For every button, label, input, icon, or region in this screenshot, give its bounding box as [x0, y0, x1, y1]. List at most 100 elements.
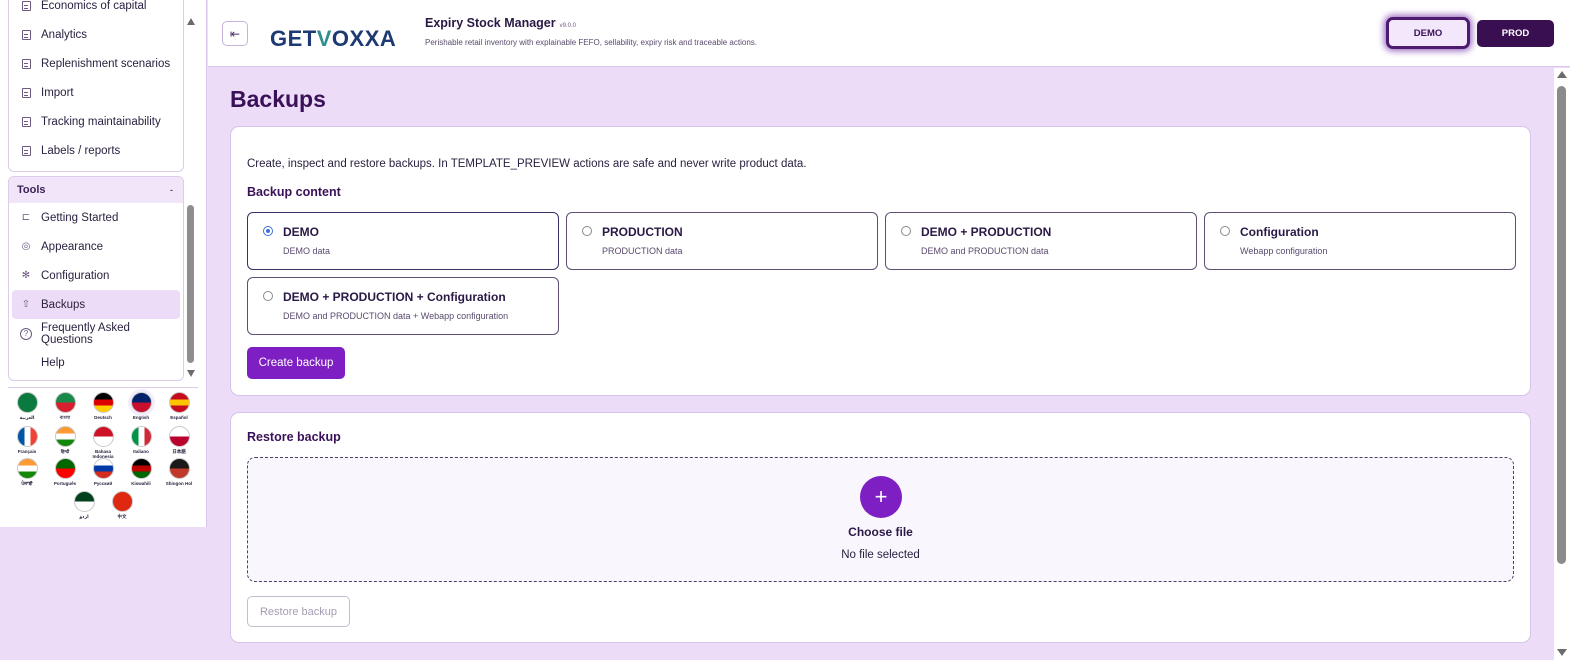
language-flag-7[interactable]: Bahasa Indonesia: [84, 426, 122, 459]
sidebar-scrollbar-thumb[interactable]: [187, 205, 194, 363]
language-flag-1[interactable]: বাংলা: [46, 392, 84, 420]
language-flag-12[interactable]: Русский: [84, 458, 122, 486]
choose-file-label[interactable]: Choose file: [248, 525, 1513, 539]
document-icon: [20, 29, 32, 41]
no-file-status: No file selected: [841, 549, 920, 561]
sidebar-item-label: Import: [41, 86, 74, 99]
language-flag-4[interactable]: Español: [160, 392, 198, 420]
language-label: English: [132, 415, 150, 420]
language-label: Kiswahili: [131, 481, 151, 486]
language-flag-14[interactable]: Shingon Hol: [160, 458, 198, 486]
flag-icon: [92, 458, 114, 479]
sidebar-item-faq[interactable]: ? Frequently Asked Questions: [9, 319, 183, 348]
sidebar-item-label: Economics of capital: [41, 0, 147, 12]
flag-icon: [168, 426, 190, 447]
language-label: ਪੰਜਾਬੀ: [21, 481, 33, 486]
sidebar-item-help[interactable]: Help: [9, 348, 183, 377]
collapse-caret-icon[interactable]: -: [170, 185, 173, 195]
option-subtitle: DEMO and PRODUCTION data + Webapp config…: [283, 311, 509, 321]
language-flag-9[interactable]: 日本語: [160, 426, 198, 454]
scroll-down-arrow-icon[interactable]: [187, 370, 195, 377]
backup-option-configuration[interactable]: Configuration Webapp configuration: [1204, 212, 1516, 270]
create-backup-button[interactable]: Create backup: [247, 347, 345, 379]
language-label: Shingon Hol: [165, 481, 193, 486]
tools-section-header[interactable]: Tools -: [9, 177, 183, 203]
language-label: Italiano: [133, 449, 149, 454]
language-flag-16[interactable]: 中文: [103, 491, 141, 519]
add-file-icon[interactable]: +: [860, 476, 902, 518]
help-icon: [20, 357, 32, 369]
flag-icon: [92, 426, 114, 447]
collapse-menu-icon: ⇤: [229, 26, 241, 41]
app-title: Expiry Stock Manager v9.0.0: [425, 16, 576, 30]
sidebar-item-backups[interactable]: ⇧ Backups: [12, 290, 180, 319]
language-label: Português: [53, 481, 77, 486]
radio-unselected[interactable]: [263, 291, 273, 301]
sidebar-item-getting-started[interactable]: ⊏ Getting Started: [9, 203, 183, 232]
sidebar-item-label: Labels / reports: [41, 144, 121, 157]
language-flag-5[interactable]: Français: [8, 426, 46, 454]
scroll-up-arrow-icon[interactable]: [1557, 71, 1567, 78]
document-icon: [20, 116, 32, 128]
language-label: 日本語: [172, 449, 186, 454]
sidebar-item-economics[interactable]: Economics of capital: [9, 0, 183, 20]
sidebar-item-label: Backups: [41, 298, 86, 311]
language-flag-15[interactable]: اردو: [65, 491, 103, 519]
language-flag-8[interactable]: Italiano: [122, 426, 160, 454]
sidebar-item-import[interactable]: Import: [9, 78, 183, 107]
option-subtitle: DEMO data: [283, 246, 331, 256]
backup-option-demo[interactable]: DEMO DEMO data: [247, 212, 559, 270]
sidebar-item-configuration[interactable]: ✻ Configuration: [9, 261, 183, 290]
sidebar-item-label: Replenishment scenarios: [41, 57, 171, 70]
sidebar-item-replenishment[interactable]: Replenishment scenarios: [9, 49, 183, 78]
language-label: हिन्दी: [60, 449, 70, 454]
option-subtitle: PRODUCTION data: [602, 246, 683, 256]
backup-option-demo-production[interactable]: DEMO + PRODUCTION DEMO and PRODUCTION da…: [885, 212, 1197, 270]
restore-backup-title: Restore backup: [247, 430, 341, 444]
scroll-down-arrow-icon[interactable]: [1557, 649, 1567, 656]
language-flag-10[interactable]: ਪੰਜਾਬੀ: [8, 458, 46, 486]
main-content: Backups Create, inspect and restore back…: [208, 68, 1554, 660]
radio-unselected[interactable]: [1220, 226, 1230, 236]
app-header: ⇤ GETVOXXA Expiry Stock Manager v9.0.0 Pe…: [208, 0, 1570, 67]
sidebar-item-label: Help: [41, 356, 65, 369]
tools-section-title: Tools: [17, 184, 46, 196]
language-flag-3[interactable]: English: [122, 392, 160, 420]
file-dropzone[interactable]: + Choose file No file selected: [247, 457, 1514, 582]
language-label: Español: [170, 415, 188, 420]
sidebar-item-appearance[interactable]: ◎ Appearance: [9, 232, 183, 261]
language-flag-13[interactable]: Kiswahili: [122, 458, 160, 486]
radio-unselected[interactable]: [582, 226, 592, 236]
sidebar: Economics of capital Analytics Replenish…: [0, 0, 207, 527]
option-title: DEMO + PRODUCTION: [921, 225, 1052, 239]
sidebar-scrollbar[interactable]: [186, 12, 196, 377]
collapse-sidebar-button[interactable]: ⇤: [222, 21, 248, 46]
language-flag-11[interactable]: Português: [46, 458, 84, 486]
page-scrollbar[interactable]: [1554, 68, 1570, 660]
sidebar-item-tracking[interactable]: Tracking maintainability: [9, 107, 183, 136]
flag-icon: ⊏: [21, 212, 31, 223]
page-scrollbar-thumb[interactable]: [1557, 86, 1566, 564]
language-flag-2[interactable]: Deutsch: [84, 392, 122, 420]
flag-icon: [168, 392, 190, 413]
backup-option-all[interactable]: DEMO + PRODUCTION + Configuration DEMO a…: [247, 277, 559, 335]
env-prod-button[interactable]: PROD: [1477, 20, 1554, 47]
backup-option-production[interactable]: PRODUCTION PRODUCTION data: [566, 212, 878, 270]
sidebar-item-analytics[interactable]: Analytics: [9, 20, 183, 49]
radio-selected[interactable]: [263, 226, 273, 236]
option-title: DEMO + PRODUCTION + Configuration: [283, 290, 506, 304]
app-subtitle: Perishable retail inventory with explain…: [425, 38, 758, 47]
language-label: اردو: [79, 514, 89, 519]
language-flag-0[interactable]: العربية: [8, 392, 46, 420]
flag-icon: [54, 426, 76, 447]
upload-icon: ⇧: [21, 299, 31, 310]
flag-icon: [130, 392, 152, 413]
flag-icon: [16, 426, 38, 447]
env-demo-button[interactable]: DEMO: [1386, 17, 1470, 49]
sidebar-item-labels-reports[interactable]: Labels / reports: [9, 136, 183, 165]
restore-backup-button[interactable]: Restore backup: [247, 596, 350, 627]
language-flag-6[interactable]: हिन्दी: [46, 426, 84, 454]
scroll-up-arrow-icon[interactable]: [187, 18, 195, 25]
radio-unselected[interactable]: [901, 226, 911, 236]
language-label: বাংলা: [59, 415, 71, 420]
